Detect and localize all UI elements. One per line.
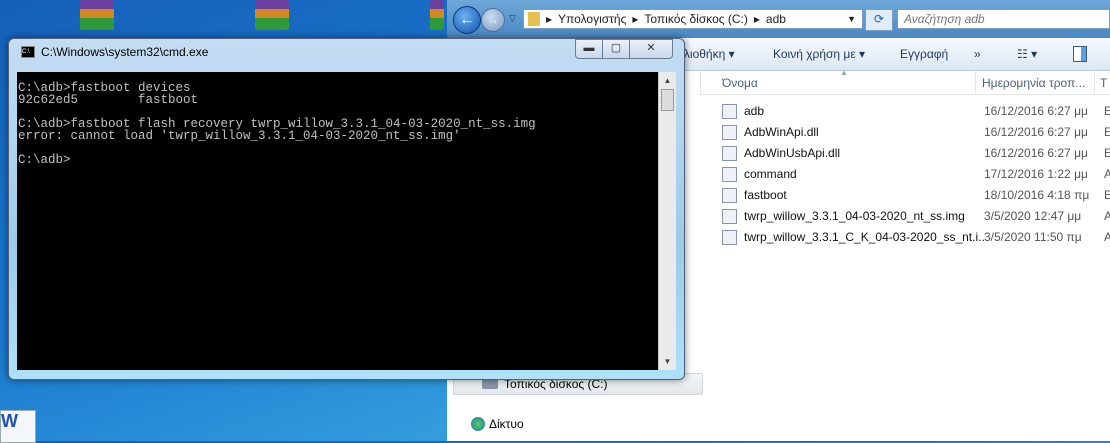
file-type: Α [1103,230,1110,244]
file-type: Α [1103,209,1110,223]
file-row[interactable]: twrp_willow_3.3.1_C_K_04-03-2020_ss_nt.i… [722,227,1110,247]
file-type: Ε [1103,104,1110,118]
console-output[interactable]: C:\adb>fastboot devices 92c62ed5 fastboo… [17,72,658,370]
column-header: ▲ Όνομα Ημερομηνία τροπ... Τ [700,68,1110,95]
cmd-window: C:\ C:\Windows\system32\cmd.exe ▬ ▢ ✕ C:… [8,38,685,380]
close-button[interactable]: ✕ [629,39,673,59]
desktop-icon-winrar[interactable] [80,0,114,30]
cmd-icon: C:\ [21,46,35,58]
navigation-bar: ← → ▽ ▸ Υπολογιστής ▸ Τοπικός δίσκος (C:… [447,0,1110,38]
file-row[interactable]: adb 16/12/2016 6:27 μμ Ε [722,101,1110,121]
title-bar: C:\ C:\Windows\system32\cmd.exe [21,45,208,59]
file-date: 17/12/2016 1:22 μμ [983,167,1088,181]
file-row[interactable]: fastboot 18/10/2016 4:18 πμ Ε [722,185,1110,205]
dll-icon [722,124,737,140]
scroll-down-icon[interactable]: ▼ [659,357,676,366]
breadcrumb-local-disk[interactable]: Τοπικός δίσκος (C:) [644,12,748,26]
img-file-icon [722,208,737,224]
file-name: twrp_willow_3.3.1_C_K_04-03-2020_ss_nt.i… [744,230,984,244]
file-name: fastboot [744,188,787,202]
maximize-button[interactable]: ▢ [602,39,630,59]
breadcrumb-sep: ▸ [632,12,639,26]
address-dropdown-icon[interactable]: ▼ [847,14,856,24]
file-date: 18/10/2016 4:18 πμ [983,188,1090,202]
address-bar[interactable]: ▸ Υπολογιστής ▸ Τοπικός δίσκος (C:) ▸ ad… [523,9,863,29]
file-name: adb [744,104,765,118]
file-name: command [744,167,797,181]
exe-icon [722,187,737,203]
breadcrumb-adb[interactable]: adb [766,12,786,26]
column-type[interactable]: Τ [1100,76,1107,90]
more-button[interactable]: » [974,47,981,61]
breadcrumb-sep: ▸ [546,12,553,26]
desktop-icon-word[interactable]: W [0,410,36,443]
vertical-scrollbar[interactable]: ▲ ▼ [658,72,676,370]
history-dropdown-icon[interactable]: ▽ [509,13,516,24]
scroll-thumb[interactable] [661,89,674,111]
file-row[interactable]: command 17/12/2016 1:22 μμ Α [722,164,1110,184]
share-button[interactable]: Κοινή χρήση με ▾ [773,47,865,61]
desktop-icon-winrar[interactable] [255,0,289,30]
burn-button[interactable]: Εγγραφή [900,47,948,61]
file-type: Ε [1103,125,1110,139]
sort-ascending-icon: ▲ [840,68,848,77]
drive-icon [482,379,498,389]
breadcrumb-sep: ▸ [753,12,760,26]
dll-icon [722,145,737,161]
file-row[interactable]: AdbWinUsbApi.dll 16/12/2016 6:27 μμ Ε [722,143,1110,163]
column-name[interactable]: Όνομα [722,76,758,90]
search-input[interactable]: Αναζήτηση adb [897,9,1110,29]
desktop-icon-winrar[interactable] [430,0,444,30]
forward-button[interactable]: → [481,8,505,32]
file-date: 16/12/2016 6:27 μμ [983,125,1088,139]
preview-pane-icon[interactable] [1073,46,1087,62]
library-button[interactable]: βλιοθήκη ▾ [677,47,735,61]
minimize-button[interactable]: ▬ [575,39,603,59]
file-type: Α [1103,167,1110,181]
network-icon [471,417,485,431]
refresh-button[interactable]: ⟳ [865,9,893,31]
file-date: 3/5/2020 12:47 μμ [983,209,1082,223]
breadcrumb-computer[interactable]: Υπολογιστής [558,12,626,26]
back-button[interactable]: ← [453,6,481,34]
view-options-icon[interactable]: ☷ ▾ [1017,47,1037,61]
file-type: Ε [1103,146,1110,160]
window-title: C:\Windows\system32\cmd.exe [41,45,209,59]
file-date: 3/5/2020 11:50 πμ [983,230,1082,244]
file-date: 16/12/2016 6:27 μμ [983,146,1088,160]
file-date: 16/12/2016 6:27 μμ [983,104,1088,118]
file-name: AdbWinApi.dll [744,125,819,139]
file-type: Ε [1103,188,1110,202]
column-date-modified[interactable]: Ημερομηνία τροπ... [982,76,1085,90]
file-name: twrp_willow_3.3.1_04-03-2020_nt_ss.img [744,209,965,223]
scroll-up-icon[interactable]: ▲ [659,76,676,85]
file-row[interactable]: AdbWinApi.dll 16/12/2016 6:27 μμ Ε [722,122,1110,142]
folder-icon [528,12,540,26]
exe-icon [722,103,737,119]
file-name: AdbWinUsbApi.dll [744,146,841,160]
file-row[interactable]: twrp_willow_3.3.1_04-03-2020_nt_ss.img 3… [722,206,1110,226]
img-file-icon [722,229,737,245]
nav-label: Δίκτυο [489,417,524,431]
batch-icon [722,166,737,182]
nav-item-network[interactable]: Δίκτυο [471,417,524,431]
